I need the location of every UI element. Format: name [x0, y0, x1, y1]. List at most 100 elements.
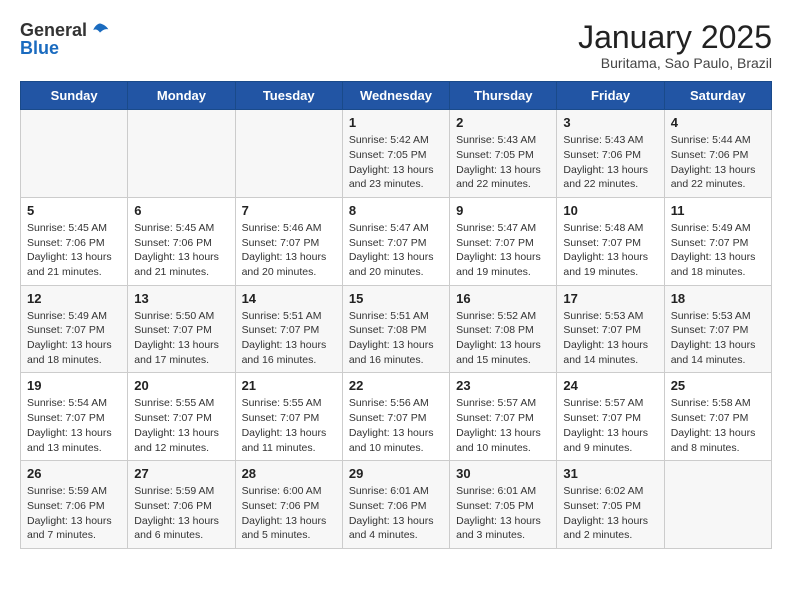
day-info: Sunrise: 5:46 AM Sunset: 7:07 PM Dayligh…: [242, 221, 336, 280]
calendar-cell: [21, 110, 128, 198]
calendar-cell: 11 Sunrise: 5:49 AM Sunset: 7:07 PM Dayli…: [664, 197, 771, 285]
day-number: 16: [456, 291, 550, 306]
header-row: SundayMondayTuesdayWednesdayThursdayFrid…: [21, 82, 772, 110]
calendar-cell: 4Sunrise: 5:44 AM Sunset: 7:06 PM Daylig…: [664, 110, 771, 198]
day-number: 11: [671, 203, 765, 218]
calendar-cell: 16Sunrise: 5:52 AM Sunset: 7:08 PM Dayli…: [450, 285, 557, 373]
calendar-cell: 1 Sunrise: 5:42 AM Sunset: 7:05 PM Daylig…: [342, 110, 449, 198]
calendar-cell: 22Sunrise: 5:56 AM Sunset: 7:07 PM Dayli…: [342, 373, 449, 461]
calendar-table: SundayMondayTuesdayWednesdayThursdayFrid…: [20, 81, 772, 549]
header-day-monday: Monday: [128, 82, 235, 110]
day-number: 22: [349, 378, 443, 393]
day-number: 4: [671, 115, 765, 130]
day-number: 20: [134, 378, 228, 393]
day-info: Sunrise: 5:58 AM Sunset: 7:07 PM Dayligh…: [671, 396, 765, 455]
day-number: 18: [671, 291, 765, 306]
day-info: Sunrise: 5:43 AM Sunset: 7:05 PM Dayligh…: [456, 133, 550, 192]
header-day-saturday: Saturday: [664, 82, 771, 110]
day-info: Sunrise: 6:01 AM Sunset: 7:06 PM Dayligh…: [349, 484, 443, 543]
day-info: Sunrise: 5:53 AM Sunset: 7:07 PM Dayligh…: [671, 309, 765, 368]
calendar-cell: [128, 110, 235, 198]
day-number: 24: [563, 378, 657, 393]
calendar-cell: 12Sunrise: 5:49 AM Sunset: 7:07 PM Dayli…: [21, 285, 128, 373]
day-info: Sunrise: 5:42 AM Sunset: 7:05 PM Dayligh…: [349, 133, 443, 192]
calendar-cell: 27Sunrise: 5:59 AM Sunset: 7:06 PM Dayli…: [128, 461, 235, 549]
calendar-cell: 31Sunrise: 6:02 AM Sunset: 7:05 PM Dayli…: [557, 461, 664, 549]
week-row-4: 19 Sunrise: 5:54 AM Sunset: 7:07 PM Dayli…: [21, 373, 772, 461]
day-number: 23: [456, 378, 550, 393]
day-info: Sunrise: 6:01 AM Sunset: 7:05 PM Dayligh…: [456, 484, 550, 543]
calendar-cell: 10 Sunrise: 5:48 AM Sunset: 7:07 PM Dayli…: [557, 197, 664, 285]
day-number: 31: [563, 466, 657, 481]
day-info: Sunrise: 5:45 AM Sunset: 7:06 PM Dayligh…: [27, 221, 121, 280]
day-info: Sunrise: 5:57 AM Sunset: 7:07 PM Dayligh…: [456, 396, 550, 455]
day-number: 14: [242, 291, 336, 306]
day-info: Sunrise: 5:51 AM Sunset: 7:08 PM Dayligh…: [349, 309, 443, 368]
day-info: Sunrise: 5:49 AM Sunset: 7:07 PM Dayligh…: [671, 221, 765, 280]
calendar-cell: 14 Sunrise: 5:51 AM Sunset: 7:07 PM Dayli…: [235, 285, 342, 373]
calendar-cell: 8Sunrise: 5:47 AM Sunset: 7:07 PM Daylig…: [342, 197, 449, 285]
day-number: 6: [134, 203, 228, 218]
calendar-cell: 26Sunrise: 5:59 AM Sunset: 7:06 PM Dayli…: [21, 461, 128, 549]
calendar-cell: [664, 461, 771, 549]
day-number: 13: [134, 291, 228, 306]
day-number: 28: [242, 466, 336, 481]
calendar-cell: 19 Sunrise: 5:54 AM Sunset: 7:07 PM Dayli…: [21, 373, 128, 461]
calendar-cell: 23 Sunrise: 5:57 AM Sunset: 7:07 PM Dayli…: [450, 373, 557, 461]
calendar-header: SundayMondayTuesdayWednesdayThursdayFrid…: [21, 82, 772, 110]
day-number: 21: [242, 378, 336, 393]
title-block: January 2025 Buritama, Sao Paulo, Brazil: [578, 20, 772, 71]
header-day-friday: Friday: [557, 82, 664, 110]
day-info: Sunrise: 5:47 AM Sunset: 7:07 PM Dayligh…: [349, 221, 443, 280]
day-info: Sunrise: 5:47 AM Sunset: 7:07 PM Dayligh…: [456, 221, 550, 280]
logo: General Blue: [20, 20, 110, 59]
day-info: Sunrise: 5:45 AM Sunset: 7:06 PM Dayligh…: [134, 221, 228, 280]
day-number: 1: [349, 115, 443, 130]
day-number: 25: [671, 378, 765, 393]
calendar-cell: 25 Sunrise: 5:58 AM Sunset: 7:07 PM Dayli…: [664, 373, 771, 461]
week-row-5: 26 Sunrise: 5:59 AM Sunset: 7:06 PM Dayli…: [21, 461, 772, 549]
day-info: Sunrise: 5:54 AM Sunset: 7:07 PM Dayligh…: [27, 396, 121, 455]
logo-bird-icon: [90, 21, 110, 41]
day-info: Sunrise: 5:55 AM Sunset: 7:07 PM Dayligh…: [242, 396, 336, 455]
day-number: 19: [27, 378, 121, 393]
week-row-1: 1 Sunrise: 5:42 AM Sunset: 7:05 PM Daylig…: [21, 110, 772, 198]
day-number: 30: [456, 466, 550, 481]
month-title: January 2025: [578, 20, 772, 55]
day-number: 7: [242, 203, 336, 218]
calendar-cell: 17 Sunrise: 5:53 AM Sunset: 7:07 PM Dayli…: [557, 285, 664, 373]
header-day-thursday: Thursday: [450, 82, 557, 110]
day-number: 10: [563, 203, 657, 218]
day-number: 15: [349, 291, 443, 306]
calendar-cell: 28Sunrise: 6:00 AM Sunset: 7:06 PM Dayli…: [235, 461, 342, 549]
calendar-cell: 15 Sunrise: 5:51 AM Sunset: 7:08 PM Dayli…: [342, 285, 449, 373]
day-info: Sunrise: 5:48 AM Sunset: 7:07 PM Dayligh…: [563, 221, 657, 280]
page-header: General Blue January 2025 Buritama, Sao …: [20, 20, 772, 71]
calendar-cell: 3Sunrise: 5:43 AM Sunset: 7:06 PM Daylig…: [557, 110, 664, 198]
day-number: 17: [563, 291, 657, 306]
day-number: 5: [27, 203, 121, 218]
calendar-cell: 21 Sunrise: 5:55 AM Sunset: 7:07 PM Dayli…: [235, 373, 342, 461]
day-info: Sunrise: 5:50 AM Sunset: 7:07 PM Dayligh…: [134, 309, 228, 368]
day-info: Sunrise: 5:43 AM Sunset: 7:06 PM Dayligh…: [563, 133, 657, 192]
day-info: Sunrise: 5:49 AM Sunset: 7:07 PM Dayligh…: [27, 309, 121, 368]
day-info: Sunrise: 5:53 AM Sunset: 7:07 PM Dayligh…: [563, 309, 657, 368]
calendar-cell: 9 Sunrise: 5:47 AM Sunset: 7:07 PM Daylig…: [450, 197, 557, 285]
day-info: Sunrise: 5:57 AM Sunset: 7:07 PM Dayligh…: [563, 396, 657, 455]
day-number: 29: [349, 466, 443, 481]
calendar-cell: 7 Sunrise: 5:46 AM Sunset: 7:07 PM Daylig…: [235, 197, 342, 285]
calendar-cell: 30 Sunrise: 6:01 AM Sunset: 7:05 PM Dayli…: [450, 461, 557, 549]
day-info: Sunrise: 5:59 AM Sunset: 7:06 PM Dayligh…: [134, 484, 228, 543]
header-day-sunday: Sunday: [21, 82, 128, 110]
calendar-cell: 24 Sunrise: 5:57 AM Sunset: 7:07 PM Dayli…: [557, 373, 664, 461]
calendar-cell: 18 Sunrise: 5:53 AM Sunset: 7:07 PM Dayli…: [664, 285, 771, 373]
day-info: Sunrise: 5:51 AM Sunset: 7:07 PM Dayligh…: [242, 309, 336, 368]
week-row-2: 5 Sunrise: 5:45 AM Sunset: 7:06 PM Daylig…: [21, 197, 772, 285]
logo-blue: Blue: [20, 38, 110, 59]
day-number: 26: [27, 466, 121, 481]
calendar-body: 1 Sunrise: 5:42 AM Sunset: 7:05 PM Daylig…: [21, 110, 772, 549]
calendar-cell: 29 Sunrise: 6:01 AM Sunset: 7:06 PM Dayli…: [342, 461, 449, 549]
calendar-cell: 5 Sunrise: 5:45 AM Sunset: 7:06 PM Daylig…: [21, 197, 128, 285]
day-number: 9: [456, 203, 550, 218]
calendar-cell: 20Sunrise: 5:55 AM Sunset: 7:07 PM Dayli…: [128, 373, 235, 461]
